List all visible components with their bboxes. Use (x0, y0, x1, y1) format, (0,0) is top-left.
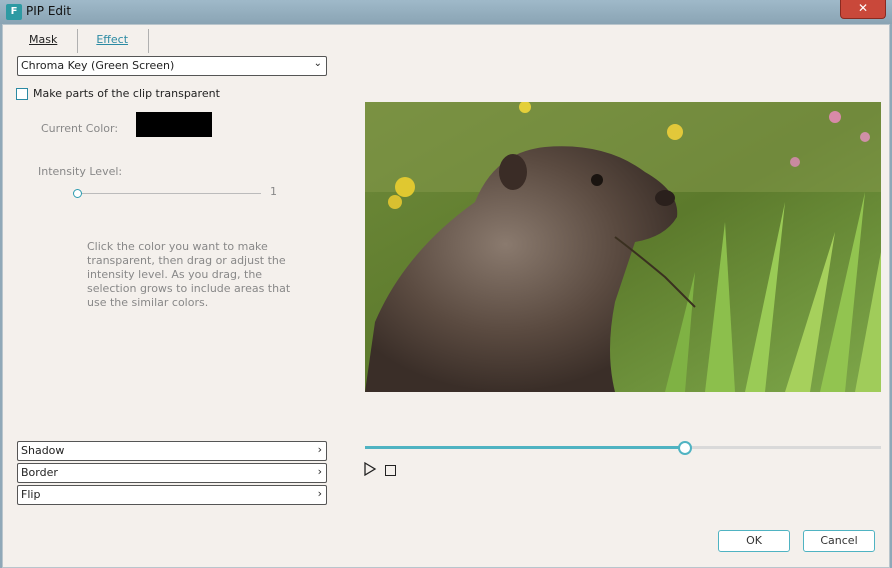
close-button[interactable]: ✕ (840, 0, 886, 19)
tab-bar: Mask Effect (11, 29, 150, 53)
flip-section-label: Flip (21, 488, 41, 501)
timeline-handle[interactable] (677, 441, 692, 455)
chevron-right-icon: › (317, 465, 322, 478)
cancel-button[interactable]: Cancel (803, 530, 875, 552)
stop-icon[interactable] (385, 465, 396, 476)
shadow-section-toggle[interactable]: Shadow › (17, 441, 327, 461)
timeline-progress-fill (365, 446, 685, 449)
intensity-label: Intensity Level: (38, 165, 123, 178)
tab-effect[interactable]: Effect (78, 29, 150, 53)
chevron-right-icon: › (317, 487, 322, 500)
pip-edit-dialog: Mask Effect Chroma Key (Green Screen) ⌄ … (2, 24, 890, 568)
effect-type-value: Chroma Key (Green Screen) (21, 59, 175, 72)
intensity-slider-track[interactable] (77, 193, 261, 194)
window-title: PIP Edit (26, 4, 72, 18)
chroma-key-help-text: Click the color you want to make transpa… (87, 240, 291, 309)
play-icon[interactable] (363, 462, 377, 476)
transparent-checkbox-row[interactable]: Make parts of the clip transparent (16, 87, 220, 100)
tab-mask[interactable]: Mask (11, 29, 79, 53)
chevron-right-icon: › (317, 443, 322, 456)
intensity-value: 1 (270, 185, 277, 198)
current-color-label: Current Color: (41, 122, 119, 135)
effect-type-select[interactable]: Chroma Key (Green Screen) ⌄ (17, 56, 327, 76)
title-bar: F PIP Edit ✕ (0, 0, 892, 24)
border-section-toggle[interactable]: Border › (17, 463, 327, 483)
video-preview[interactable] (365, 102, 881, 392)
border-section-label: Border (21, 466, 58, 479)
transparent-checkbox-label: Make parts of the clip transparent (33, 87, 220, 100)
transparent-checkbox[interactable] (16, 87, 28, 100)
current-color-swatch[interactable] (136, 112, 212, 137)
shadow-section-label: Shadow (21, 444, 65, 457)
marmot-preview-image (365, 102, 881, 392)
intensity-slider-handle[interactable] (73, 189, 82, 198)
flip-section-toggle[interactable]: Flip › (17, 485, 327, 505)
chevron-down-icon: ⌄ (313, 58, 322, 69)
ok-button[interactable]: OK (718, 530, 790, 552)
app-icon: F (6, 4, 22, 20)
